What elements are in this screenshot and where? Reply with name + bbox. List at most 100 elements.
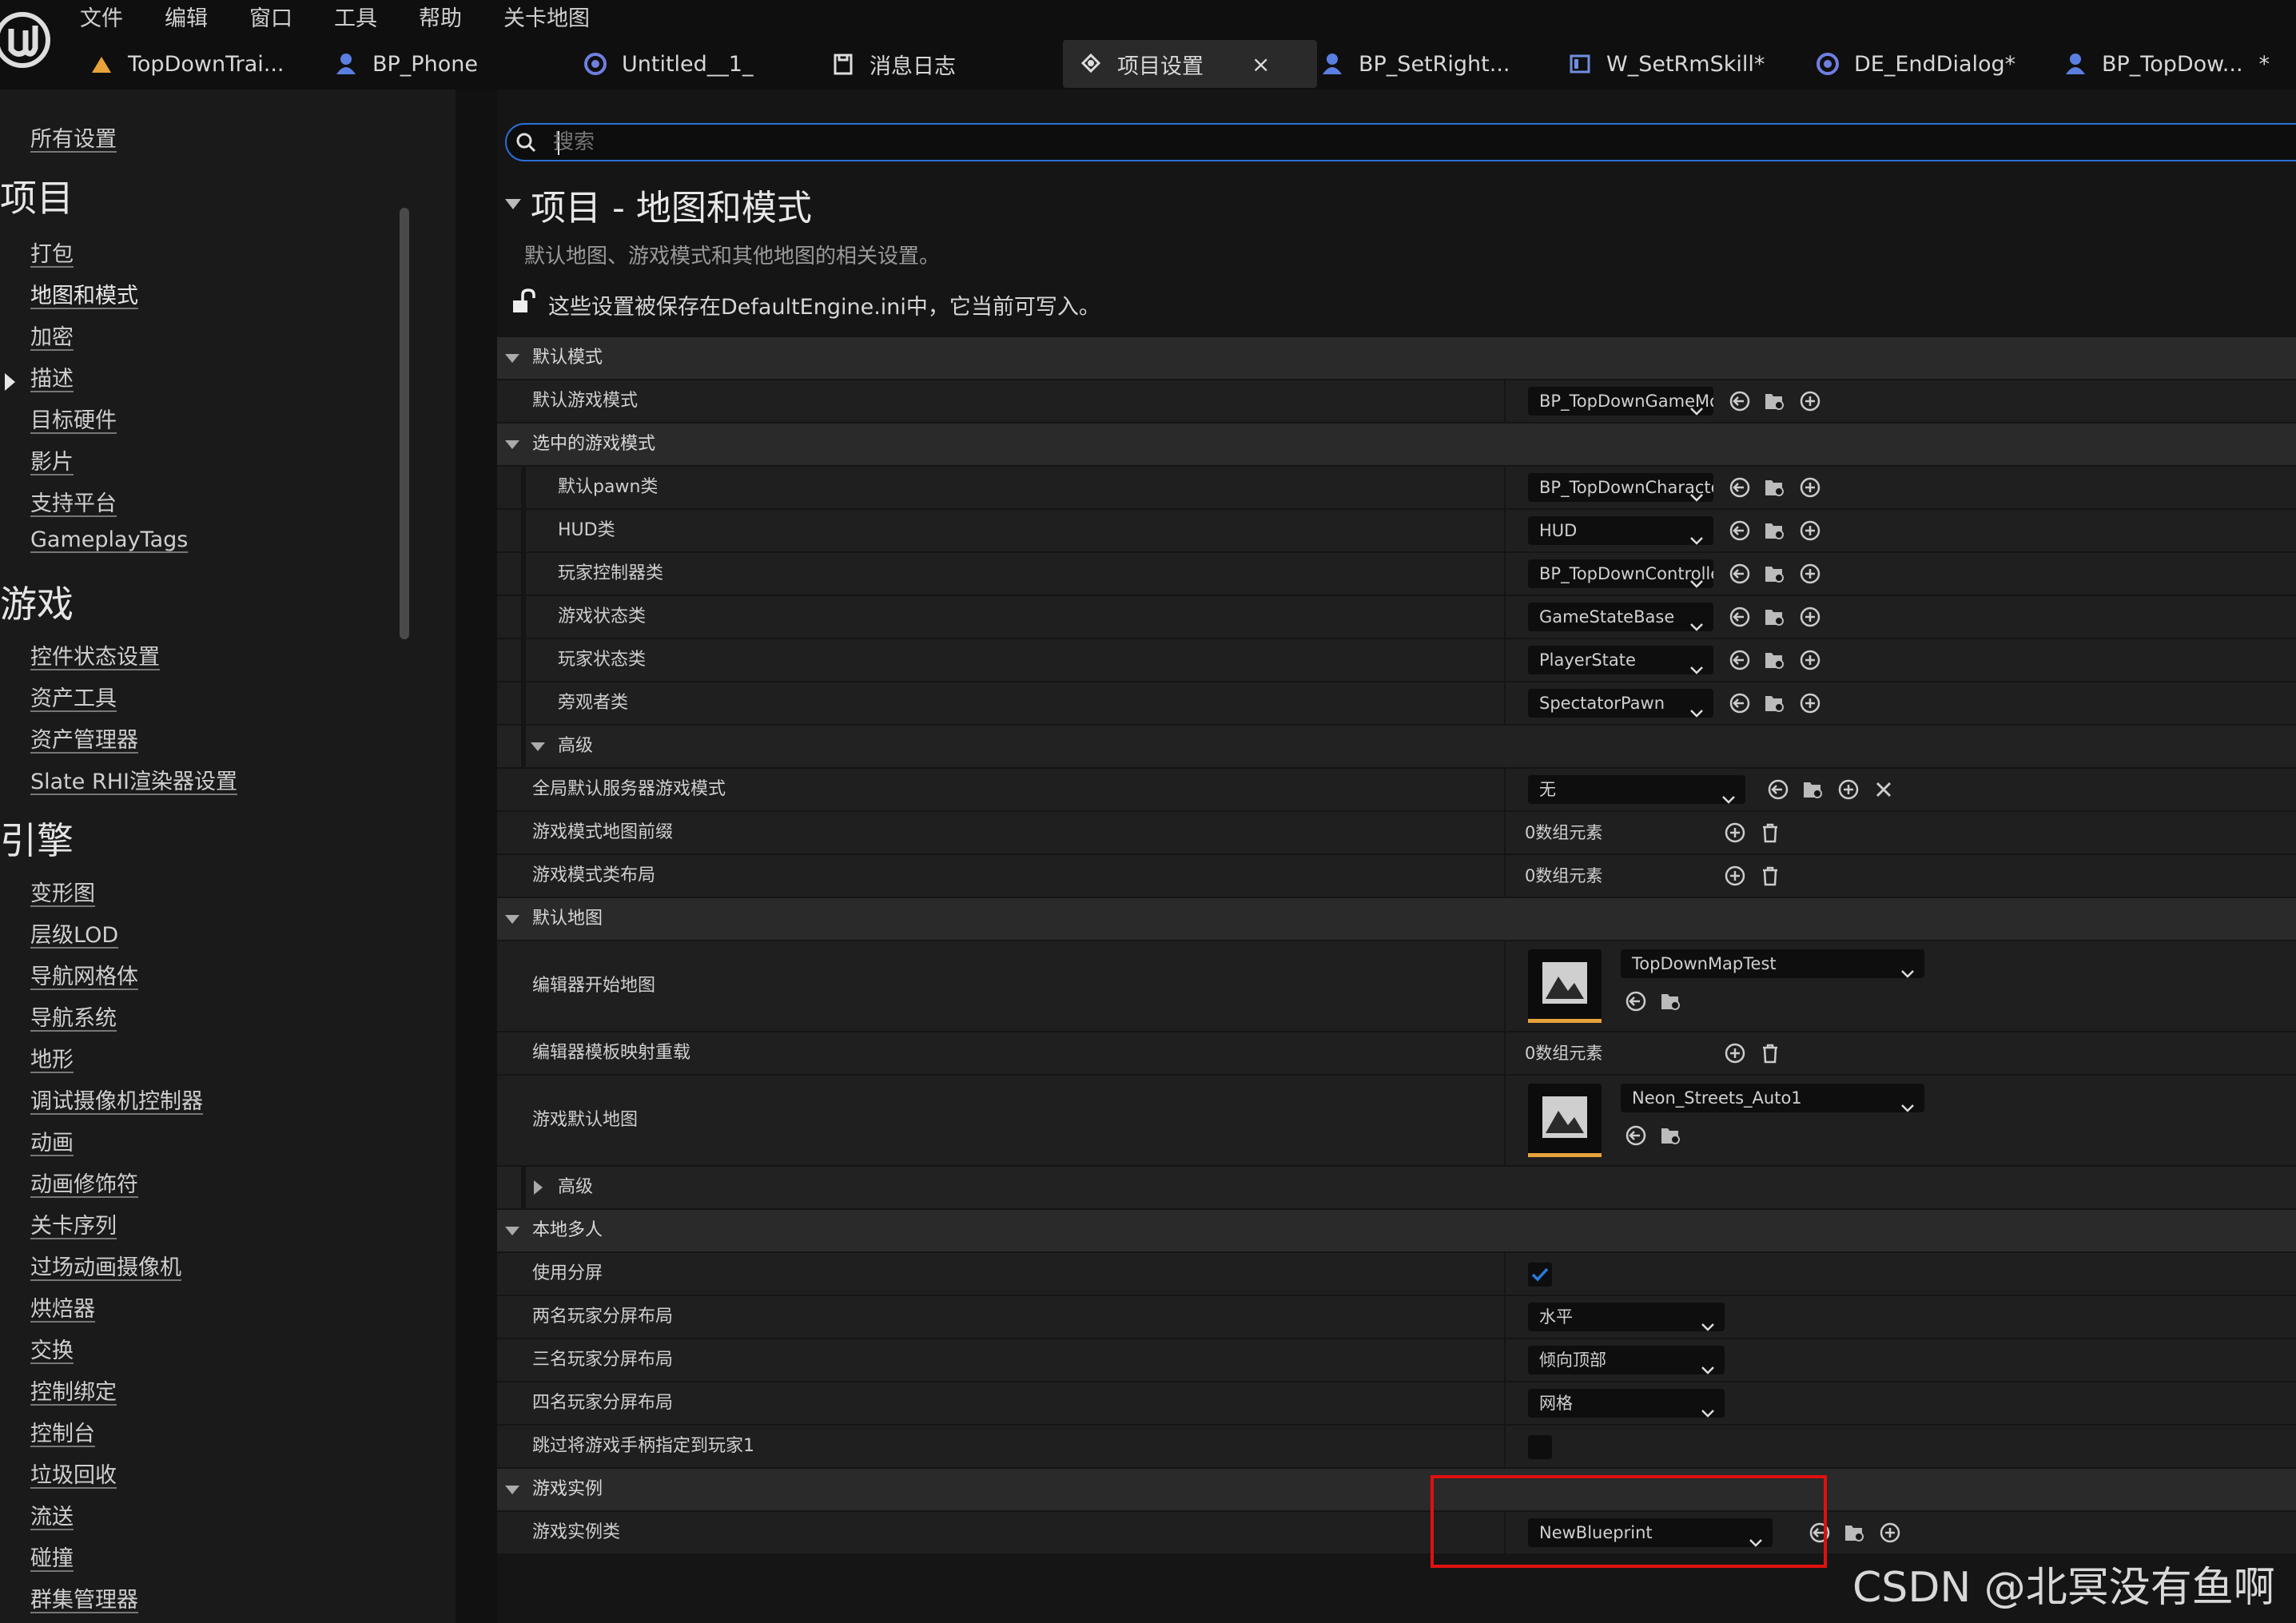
tab-bp-setright[interactable]: BP_SetRight... <box>1319 40 1510 88</box>
sidebar-item-maps-modes[interactable]: 地图和模式 <box>30 278 138 309</box>
pc-class-dropdown[interactable]: BP_TopDownController <box>1528 559 1713 588</box>
search-box[interactable] <box>505 123 2296 161</box>
tab-bp-phone[interactable]: BP_Phone <box>332 40 478 88</box>
spectator-class-dropdown[interactable]: SpectatorPawn <box>1528 689 1713 718</box>
four-player-layout-dropdown[interactable]: 网格 <box>1528 1389 1725 1418</box>
sidebar-item-encryption[interactable]: 加密 <box>30 320 74 351</box>
add-icon[interactable] <box>1798 475 1822 499</box>
menu-window[interactable]: 窗口 <box>249 3 292 35</box>
menu-tools[interactable]: 工具 <box>334 3 377 35</box>
trash-icon[interactable] <box>1758 864 1782 888</box>
browse-folder-icon[interactable] <box>1763 691 1787 715</box>
use-selected-icon[interactable] <box>1728 648 1752 672</box>
use-selected-icon[interactable] <box>1728 605 1752 629</box>
sidebar-item-supported-platforms[interactable]: 支持平台 <box>30 486 117 517</box>
tab-w-setrmskill[interactable]: W_SetRmSkill* <box>1566 40 1765 88</box>
use-selected-icon[interactable] <box>1624 1124 1648 1148</box>
tab-project-settings[interactable]: 项目设置 × <box>1063 40 1317 88</box>
skip-gamepad-checkbox[interactable] <box>1528 1435 1552 1459</box>
sidebar-item-control-rig[interactable]: 控制绑定 <box>30 1374 117 1406</box>
sidebar-item-interchange[interactable]: 交换 <box>30 1333 74 1364</box>
browse-folder-icon[interactable] <box>1763 475 1787 499</box>
gamestate-class-dropdown[interactable]: GameStateBase <box>1528 603 1713 631</box>
add-icon[interactable] <box>1798 648 1822 672</box>
sidebar-scrollbar[interactable] <box>400 208 409 639</box>
sidebar-item-morph[interactable]: 变形图 <box>30 876 95 907</box>
sidebar-item-slate-rhi[interactable]: Slate RHI渲染器设置 <box>30 764 237 795</box>
add-icon[interactable] <box>1798 605 1822 629</box>
add-icon[interactable] <box>1798 691 1822 715</box>
clear-icon[interactable] <box>1872 778 1896 802</box>
menu-edit[interactable]: 编辑 <box>165 3 208 35</box>
category-selected-gamemode[interactable]: 选中的游戏模式 <box>497 424 2296 467</box>
browse-folder-icon[interactable] <box>1763 519 1787 543</box>
sidebar-item-hlod[interactable]: 层级LOD <box>30 917 118 949</box>
subcategory-advanced[interactable]: 高级 <box>497 726 2296 769</box>
menu-help[interactable]: 帮助 <box>419 3 462 35</box>
sidebar-item-movies[interactable]: 影片 <box>30 444 74 475</box>
sidebar-item-crowd-manager[interactable]: 群集管理器 <box>30 1582 138 1613</box>
hud-class-dropdown[interactable]: HUD <box>1528 516 1713 545</box>
add-icon[interactable] <box>1798 389 1822 413</box>
add-element-icon[interactable] <box>1723 1041 1747 1065</box>
add-element-icon[interactable] <box>1723 821 1747 845</box>
sidebar-item-packaging[interactable]: 打包 <box>30 237 74 268</box>
sidebar-item-navmesh[interactable]: 导航网格体 <box>30 959 138 990</box>
add-element-icon[interactable] <box>1723 864 1747 888</box>
browse-folder-icon[interactable] <box>1763 389 1787 413</box>
sidebar-item-gameplaytags[interactable]: GameplayTags <box>30 527 188 552</box>
search-input[interactable] <box>551 128 1993 157</box>
add-icon[interactable] <box>1798 519 1822 543</box>
sidebar-item-animation[interactable]: 动画 <box>30 1125 74 1156</box>
sidebar-item-collision[interactable]: 碰撞 <box>30 1541 74 1572</box>
map-thumbnail[interactable] <box>1528 1084 1602 1157</box>
sidebar-item-level-sequence[interactable]: 关卡序列 <box>30 1208 117 1239</box>
use-selected-icon[interactable] <box>1728 475 1752 499</box>
browse-folder-icon[interactable] <box>1763 648 1787 672</box>
sidebar-item-landscape[interactable]: 地形 <box>30 1042 74 1073</box>
browse-folder-icon[interactable] <box>1763 562 1787 586</box>
sidebar-item-target-hardware[interactable]: 目标硬件 <box>30 403 117 434</box>
add-icon[interactable] <box>1836 778 1860 802</box>
browse-folder-icon[interactable] <box>1659 989 1683 1013</box>
sidebar-item-console[interactable]: 控制台 <box>30 1416 95 1447</box>
sidebar-item-garbage-collection[interactable]: 垃圾回收 <box>30 1458 117 1489</box>
pawn-class-dropdown[interactable]: BP_TopDownCharacter <box>1528 473 1713 502</box>
menu-file[interactable]: 文件 <box>80 3 123 35</box>
use-selected-icon[interactable] <box>1728 519 1752 543</box>
sidebar-item-debug-camera[interactable]: 调试摄像机控制器 <box>30 1084 203 1115</box>
default-map-dropdown[interactable]: Neon_Streets_Auto1 <box>1621 1084 1924 1112</box>
use-selected-icon[interactable] <box>1728 562 1752 586</box>
sidebar-item-asset-manager[interactable]: 资产管理器 <box>30 722 138 754</box>
use-selected-icon[interactable] <box>1728 691 1752 715</box>
sidebar-item-widget-state[interactable]: 控件状态设置 <box>30 639 160 670</box>
trash-icon[interactable] <box>1758 821 1782 845</box>
sidebar-item-asset-tools[interactable]: 资产工具 <box>30 681 117 712</box>
map-thumbnail[interactable] <box>1528 949 1602 1023</box>
collapse-arrow-icon[interactable] <box>505 199 521 209</box>
sidebar-item-streaming[interactable]: 流送 <box>30 1499 74 1530</box>
category-default-maps[interactable]: 默认地图 <box>497 898 2296 941</box>
startup-map-dropdown[interactable]: TopDownMapTest <box>1621 949 1924 978</box>
three-player-layout-dropdown[interactable]: 倾向顶部 <box>1528 1346 1725 1374</box>
splitter[interactable] <box>456 90 497 1623</box>
menu-level-map[interactable]: 关卡地图 <box>503 3 590 35</box>
subcategory-advanced-maps[interactable]: 高级 <box>497 1167 2296 1210</box>
splitscreen-checkbox[interactable] <box>1528 1263 1552 1287</box>
tab-de-enddialog[interactable]: DE_EndDialog* <box>1814 40 2015 88</box>
gamemode-dropdown[interactable]: BP_TopDownGameMode <box>1528 387 1713 416</box>
server-gamemode-dropdown[interactable]: 无 <box>1528 775 1745 804</box>
sidebar-item-description[interactable]: 描述 <box>30 361 74 392</box>
tab-bp-topdow[interactable]: BP_TopDow... * <box>2062 40 2270 88</box>
category-local-multiplayer[interactable]: 本地多人 <box>497 1210 2296 1253</box>
unreal-logo-icon[interactable] <box>0 2 53 75</box>
playerstate-class-dropdown[interactable]: PlayerState <box>1528 646 1713 674</box>
tab-close-icon[interactable]: × <box>1251 51 1270 78</box>
browse-folder-icon[interactable] <box>1843 1521 1867 1545</box>
sidebar-item-cooker[interactable]: 烘焙器 <box>30 1291 95 1323</box>
add-icon[interactable] <box>1878 1521 1902 1545</box>
use-selected-icon[interactable] <box>1728 389 1752 413</box>
tab-topdowntrai[interactable]: TopDownTrai... <box>88 40 285 88</box>
add-icon[interactable] <box>1798 562 1822 586</box>
category-default-modes[interactable]: 默认模式 <box>497 337 2296 380</box>
